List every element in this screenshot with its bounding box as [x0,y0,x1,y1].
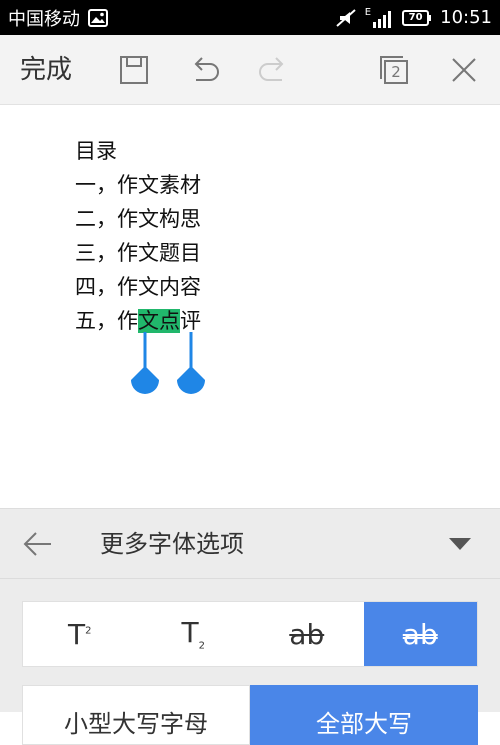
subscript-icon: T2 [181,616,205,652]
status-right: E 70 10:51 [335,7,492,28]
undo-icon [194,57,219,81]
back-arrow-icon[interactable] [22,529,54,559]
mute-icon [335,8,357,28]
battery-level: 70 [408,11,423,23]
save-icon [120,56,148,84]
done-button[interactable]: 完成 [20,35,72,105]
line-text: 一，作文素材 [75,173,201,197]
panel-header: 更多字体选项 [0,509,500,579]
line-text: 五，作 [75,309,138,333]
signal-icon [372,10,394,28]
panel-title: 更多字体选项 [100,530,244,558]
document-canvas[interactable]: 目录 一，作文素材 二，作文构思 三，作文题目 四，作文内容 五，作文点评 [0,106,500,508]
signal-indicator: E [364,6,394,28]
line-text: 目录 [75,139,117,163]
save-button[interactable] [116,52,152,88]
double-strikethrough-icon: ab [402,617,438,651]
doc-line[interactable]: 三，作文题目 [75,236,201,270]
subscript-button[interactable]: T2 [136,602,250,666]
line-text: 二，作文构思 [75,207,201,231]
pages-button[interactable]: 2 [376,52,412,88]
status-bar: 中国移动 E 70 10:51 [0,0,500,35]
document-text[interactable]: 目录 一，作文素材 二，作文构思 三，作文题目 四，作文内容 五，作文点评 [75,134,201,338]
page-count: 2 [391,63,401,81]
doc-line[interactable]: 二，作文构思 [75,202,201,236]
line-text: 四，作文内容 [75,275,201,299]
strikethrough-button[interactable]: ab [250,602,364,666]
battery-icon: 70 [402,9,432,27]
close-icon [452,58,476,82]
doc-line[interactable]: 四，作文内容 [75,270,201,304]
superscript-icon: T2 [68,617,92,651]
line-text: 三，作文题目 [75,241,201,265]
superscript-button[interactable]: T2 [23,602,137,666]
redo-button[interactable] [256,52,292,88]
clock: 10:51 [440,7,492,28]
network-type: E [364,6,372,18]
close-button[interactable] [446,52,482,88]
selection-end-handle[interactable] [174,332,208,398]
format-buttons: T2 T2 ab ab [22,601,478,667]
image-icon [88,8,108,27]
case-buttons: 小型大写字母 全部大写 [22,685,478,745]
status-left: 中国移动 [8,5,108,31]
double-strikethrough-button[interactable]: ab [363,602,477,666]
strikethrough-icon: ab [289,617,325,651]
selected-text[interactable]: 文点 [138,309,180,333]
redo-icon [259,57,284,81]
doc-line[interactable]: 目录 [75,134,201,168]
undo-button[interactable] [186,52,222,88]
dropdown-triangle-icon[interactable] [448,536,472,552]
carrier-name: 中国移动 [8,8,80,30]
doc-line[interactable]: 一，作文素材 [75,168,201,202]
all-caps-button[interactable]: 全部大写 [250,685,478,745]
selection-start-handle[interactable] [128,332,162,398]
editor-toolbar: 完成 2 [0,35,500,105]
line-text: 评 [180,309,201,333]
small-caps-button[interactable]: 小型大写字母 [22,685,250,745]
font-options-panel: 更多字体选项 T2 T2 ab ab 小型大写字母 全部大写 [0,508,500,745]
